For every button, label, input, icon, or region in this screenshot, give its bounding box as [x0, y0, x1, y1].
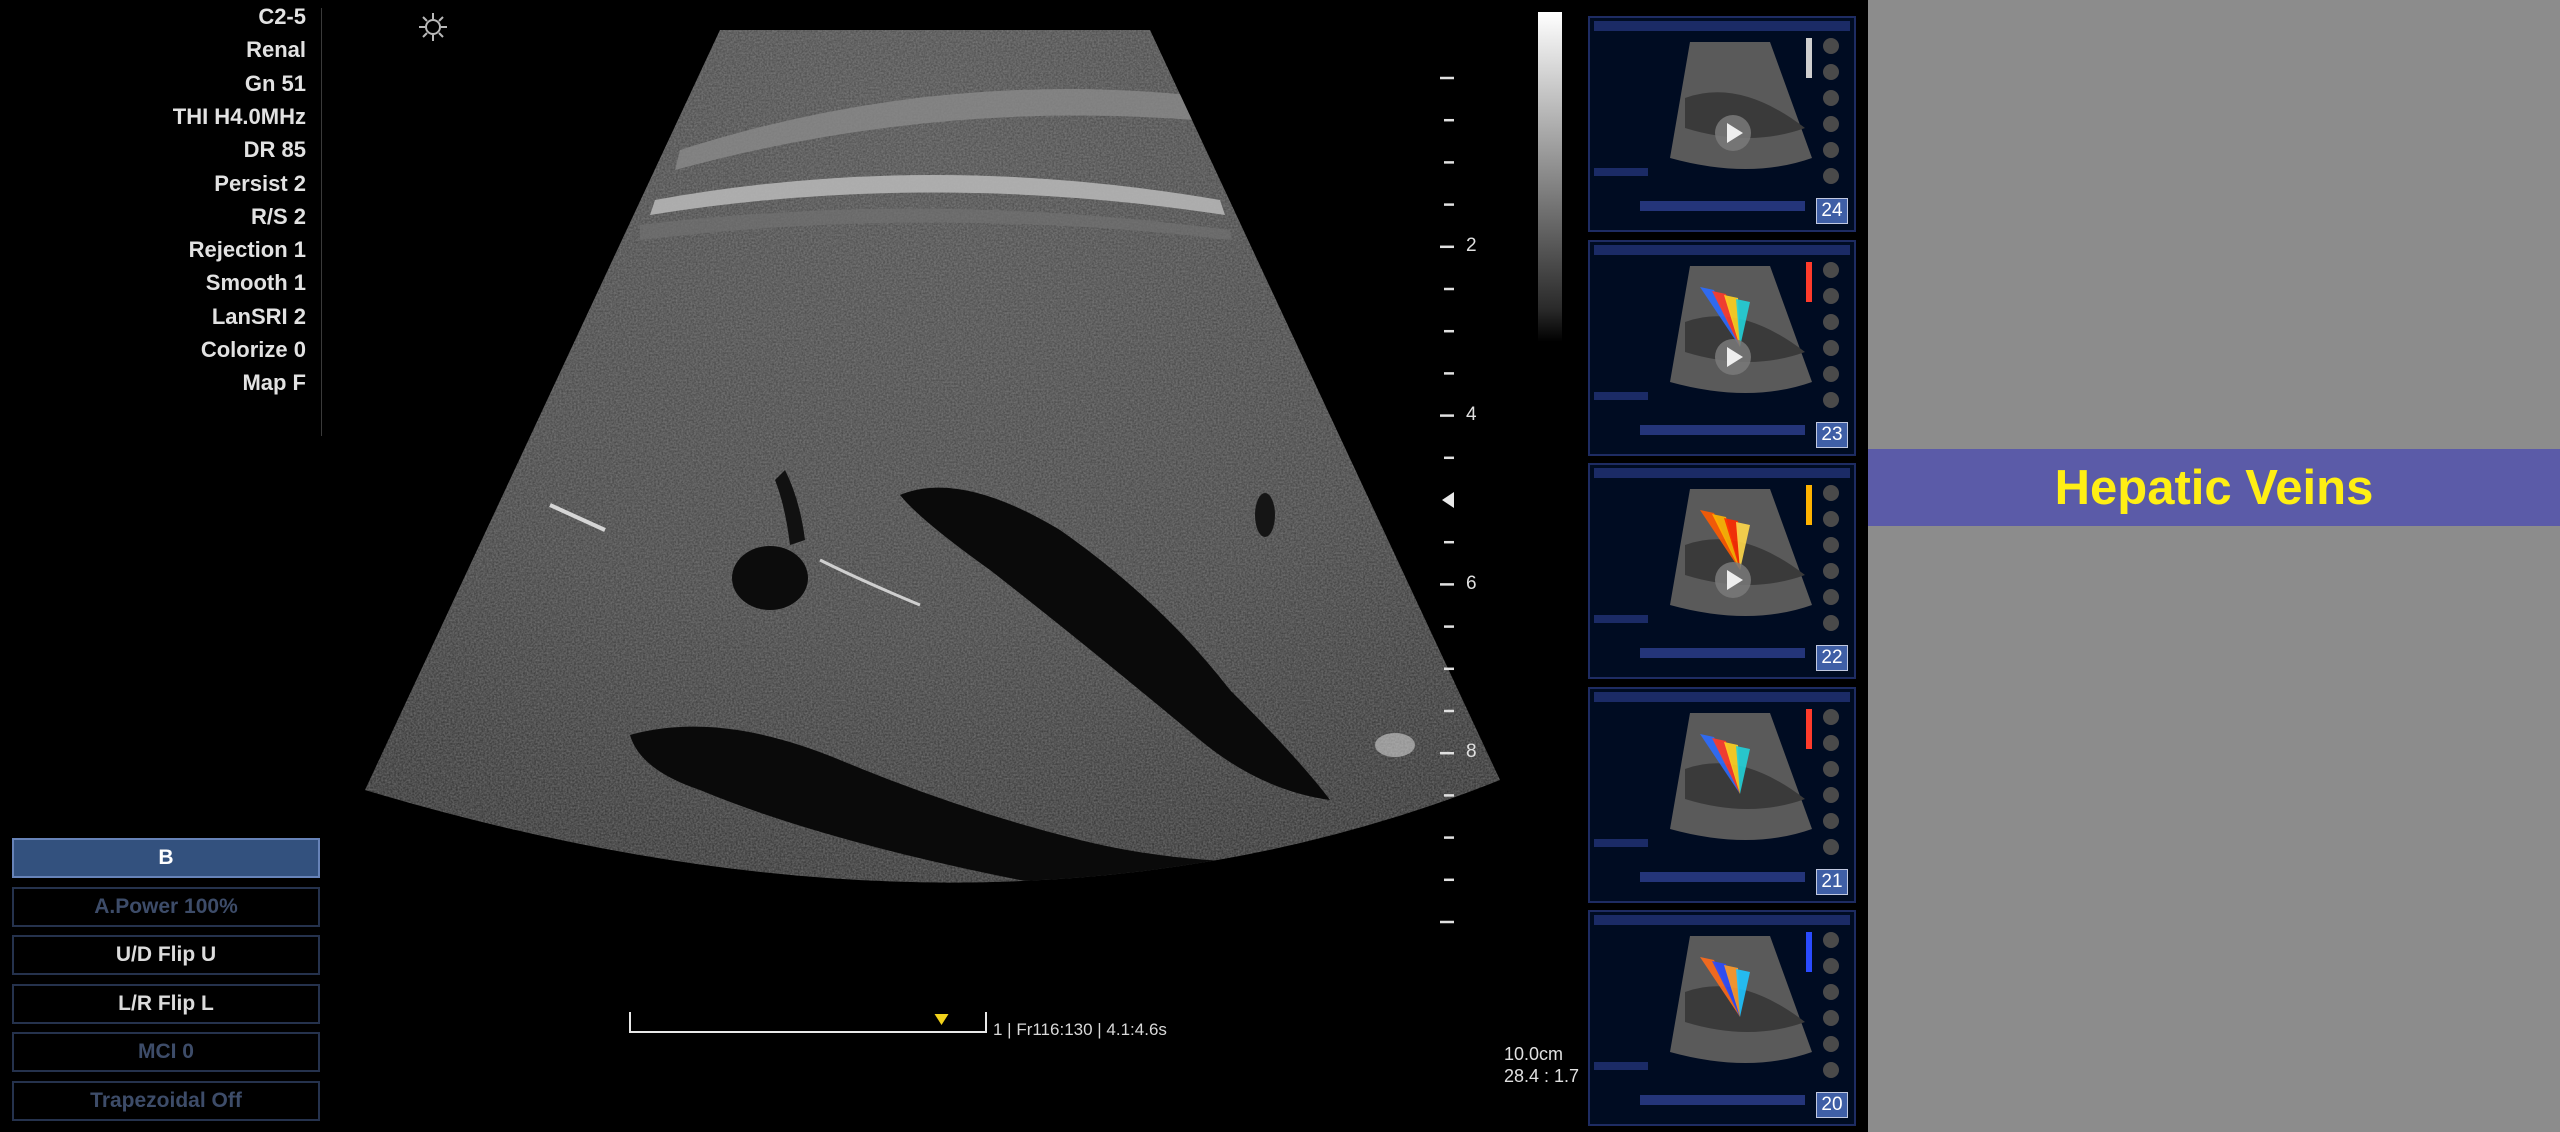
- control-button-4[interactable]: MCI 0: [12, 1032, 320, 1072]
- depth-value: 10.0cm: [1504, 1044, 1564, 1064]
- control-button-3[interactable]: L/R Flip L: [12, 983, 320, 1024]
- grayscale-bar: [1538, 12, 1562, 342]
- banner-title: Hepatic Veins: [2054, 460, 2374, 515]
- depth-ruler: [1440, 76, 1454, 924]
- depth-label: 6: [1466, 572, 1477, 594]
- clip-thumbnail[interactable]: 24: [1588, 16, 1856, 232]
- clip-number: 23: [1816, 421, 1848, 448]
- thumbnail-preview: [1594, 21, 1850, 211]
- clip-thumbnail[interactable]: 21: [1588, 686, 1856, 903]
- cine-frame-info: 1 | Fr116:130 | 4.1:4.6s: [993, 1020, 1167, 1039]
- ultrasound-screen: C2-5 Renal Gn 51 THI H4.0MHz DR 85 Persist 2R…: [0, 0, 1868, 1132]
- clip-number: 20: [1816, 1092, 1848, 1118]
- control-button-0[interactable]: B: [12, 838, 320, 878]
- depth-label: 8: [1466, 741, 1477, 763]
- depth-info: 10.0cm 28.4 : 1.7: [1504, 1043, 1579, 1087]
- control-button-2[interactable]: U/D Flip U: [12, 935, 320, 975]
- clip-thumbnail[interactable]: 22: [1588, 463, 1856, 679]
- clip-number: 21: [1816, 868, 1848, 895]
- frame-ratio: 28.4 : 1.7: [1504, 1066, 1580, 1086]
- thumbnail-preview: [1594, 468, 1850, 658]
- title-panel: Hepatic Veins: [1868, 0, 2560, 1132]
- thumbnail-preview: [1594, 691, 1850, 882]
- control-button-1[interactable]: A.Power 100%: [12, 886, 320, 927]
- thumbnail-preview: [1594, 915, 1850, 1105]
- clip-number: 22: [1816, 645, 1848, 671]
- clip-thumbnail[interactable]: 20: [1588, 910, 1856, 1126]
- thumbnail-preview: [1594, 244, 1850, 435]
- cine-timeline[interactable]: [628, 1010, 988, 1034]
- title-banner: Hepatic Veins: [1868, 449, 2560, 526]
- clip-thumbnail[interactable]: 23: [1588, 239, 1856, 456]
- focus-marker-icon[interactable]: [1442, 492, 1454, 508]
- depth-label: 4: [1466, 403, 1477, 425]
- cine-cursor[interactable]: [934, 1014, 949, 1025]
- depth-label: 2: [1466, 235, 1477, 256]
- ultrasound-image[interactable]: [0, 0, 1500, 960]
- clip-number: 24: [1816, 198, 1848, 224]
- control-button-5[interactable]: Trapezoidal Off: [12, 1080, 320, 1121]
